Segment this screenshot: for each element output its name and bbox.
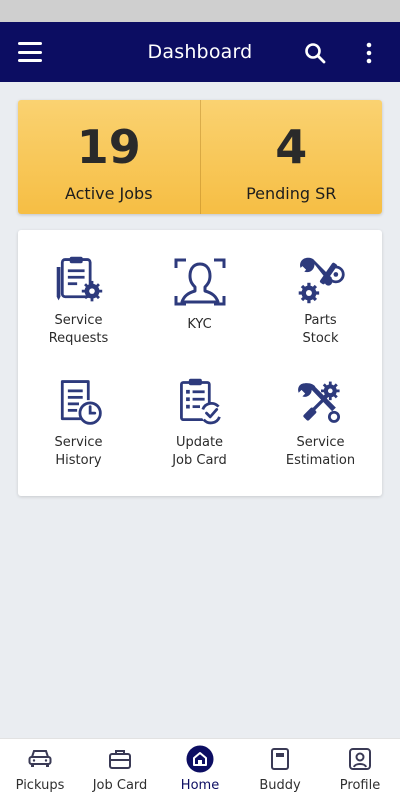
book-icon	[266, 745, 294, 773]
bottom-nav: Pickups Job Card Home Buddy Profile	[0, 738, 400, 800]
tile-update-job-card[interactable]: Update Job Card	[139, 352, 260, 470]
tile-parts-stock[interactable]: Parts Stock	[260, 230, 381, 348]
search-icon[interactable]	[303, 41, 327, 65]
nav-label: Job Card	[92, 778, 148, 793]
nav-item-pickups[interactable]: Pickups	[0, 739, 80, 800]
pending-sr-count: 4	[275, 120, 308, 174]
menu-icon[interactable]	[18, 42, 42, 62]
tile-label: Parts Stock	[302, 313, 339, 346]
profile-icon	[346, 745, 374, 773]
nav-item-home[interactable]: Home	[160, 739, 240, 800]
home-icon	[186, 745, 214, 773]
tile-label: Service Requests	[48, 313, 109, 346]
more-vert-icon[interactable]	[360, 41, 378, 65]
active-jobs-label: Active Jobs	[64, 184, 153, 203]
feature-grid: Service Requests KYC Parts Stock Service…	[18, 230, 382, 496]
page-title: Dashboard	[147, 41, 253, 63]
active-jobs-count: 19	[76, 120, 141, 174]
pending-sr-label: Pending SR	[246, 184, 337, 203]
service-estimation-icon	[297, 381, 340, 423]
tile-label: Service Estimation	[285, 435, 356, 468]
status-bar	[0, 0, 400, 22]
tile-label: Update Job Card	[172, 435, 227, 468]
tile-kyc[interactable]: KYC	[139, 230, 260, 348]
nav-label: Buddy	[259, 778, 301, 793]
car-icon	[26, 745, 54, 773]
tile-service-requests[interactable]: Service Requests	[18, 230, 139, 348]
parts-stock-icon	[298, 257, 345, 304]
active-jobs-stat[interactable]: 19 Active Jobs	[18, 100, 200, 214]
service-history-icon	[60, 380, 102, 425]
nav-label: Home	[180, 778, 220, 793]
nav-item-profile[interactable]: Profile	[320, 739, 400, 800]
pending-sr-stat[interactable]: 4 Pending SR	[199, 100, 383, 214]
tile-service-history[interactable]: Service History	[18, 352, 139, 470]
app-bar: Dashboard	[0, 22, 400, 82]
stats-card: 19 Active Jobs 4 Pending SR	[18, 100, 382, 214]
briefcase-icon	[106, 745, 134, 773]
nav-item-buddy[interactable]: Buddy	[240, 739, 320, 800]
update-job-card-icon	[179, 378, 221, 425]
tile-service-estimation[interactable]: Service Estimation	[260, 352, 381, 470]
tile-label: Service History	[54, 435, 103, 468]
service-requests-icon	[56, 256, 102, 302]
nav-item-job-card[interactable]: Job Card	[80, 739, 160, 800]
kyc-icon	[174, 258, 225, 306]
nav-label: Pickups	[15, 778, 65, 793]
nav-label: Profile	[339, 778, 381, 793]
tile-label: KYC	[187, 317, 212, 332]
